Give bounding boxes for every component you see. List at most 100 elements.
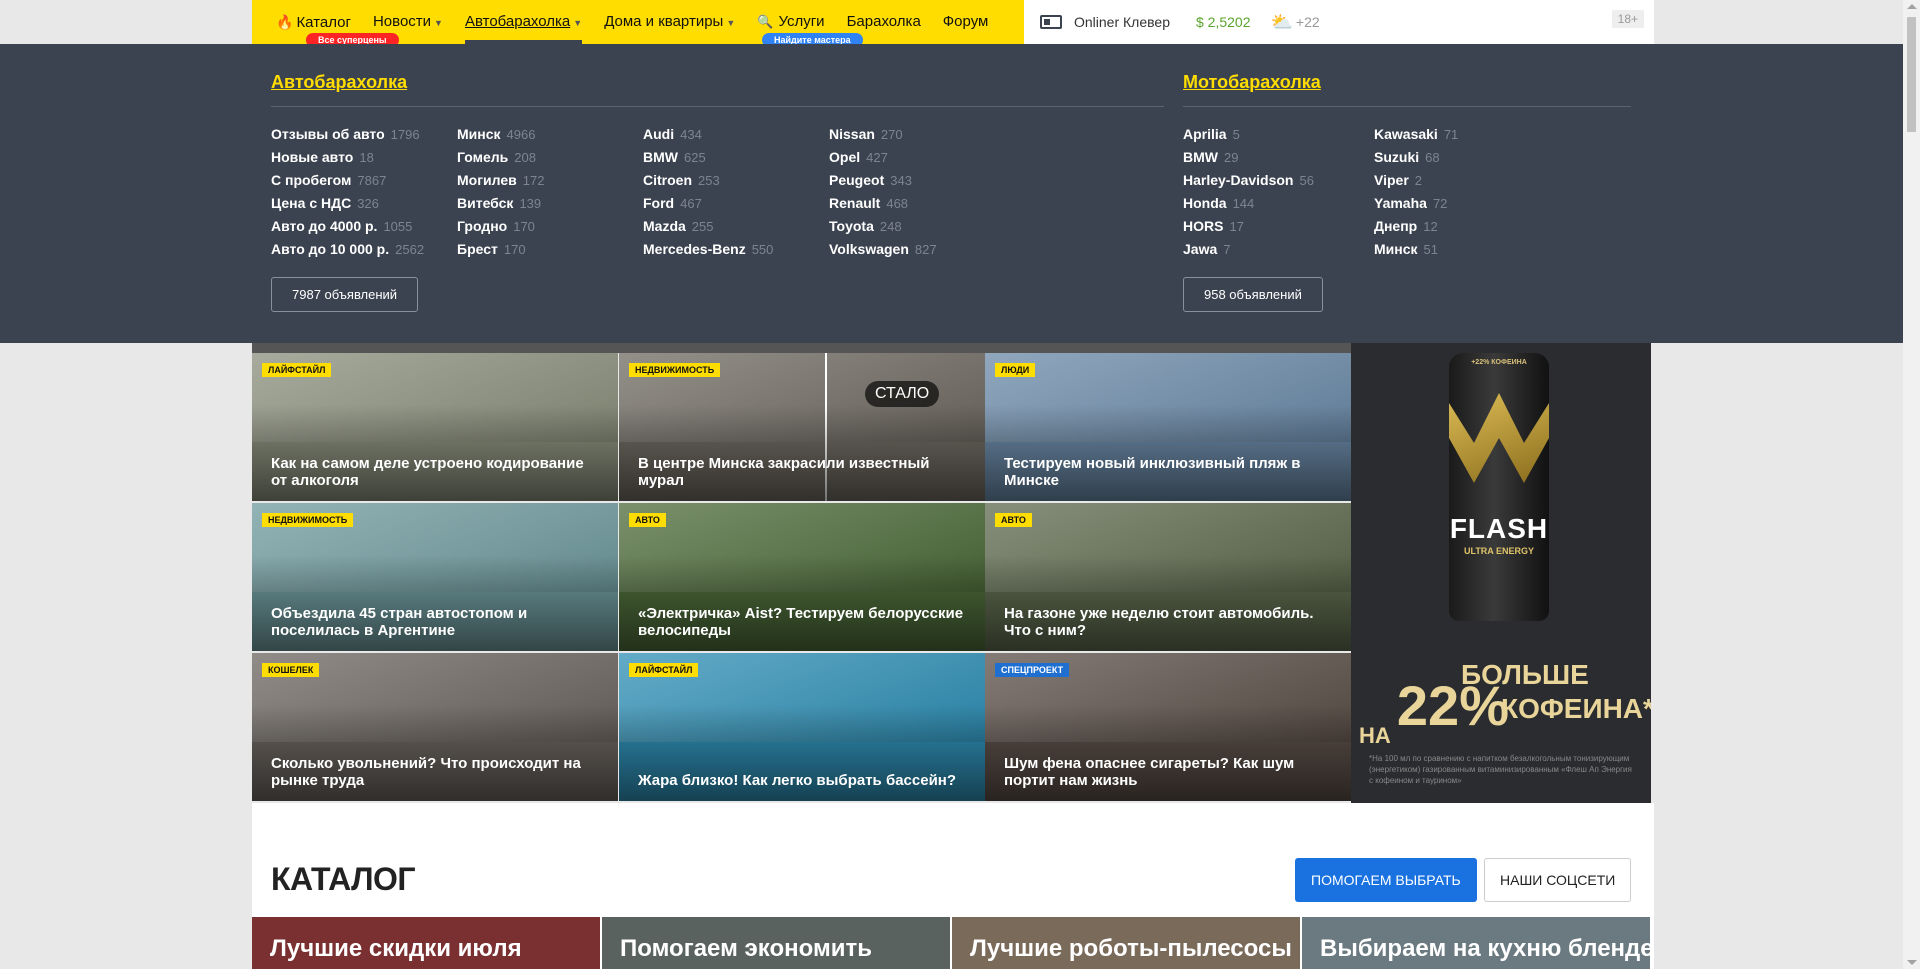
- moto-link[interactable]: HORS 17: [1183, 215, 1314, 238]
- link-label: Volkswagen: [829, 241, 909, 257]
- auto-link[interactable]: Новые авто 18: [271, 146, 424, 169]
- auto-link[interactable]: Минск 4966: [457, 123, 544, 146]
- news-title[interactable]: Шум фена опаснее сигареты? Как шум порти…: [1004, 755, 1335, 789]
- auto-link[interactable]: Гродно 170: [457, 215, 544, 238]
- auto-link[interactable]: Opel 427: [829, 146, 937, 169]
- news-category-tag[interactable]: Лайфстайл: [262, 363, 332, 377]
- auto-link[interactable]: С пробегом 7867: [271, 169, 424, 192]
- ad-pre: НА: [1359, 723, 1391, 748]
- moto-link[interactable]: Kawasaki 71: [1374, 123, 1458, 146]
- news-tile[interactable]: Лайфстайл Как на самом деле устроено коди…: [252, 353, 618, 501]
- link-count: 2562: [395, 242, 425, 257]
- link-label: BMW: [643, 149, 678, 165]
- link-count: 172: [522, 173, 545, 188]
- page-scrollbar[interactable]: [1903, 0, 1920, 969]
- auto-link[interactable]: Могилев 172: [457, 169, 544, 192]
- news-category-tag[interactable]: Авто: [995, 513, 1032, 527]
- scroll-thumb[interactable]: [1907, 17, 1916, 132]
- nav-autobaraholka[interactable]: Автобарахолка ▼: [464, 0, 583, 44]
- moto-link[interactable]: Yamaha 72: [1374, 192, 1458, 215]
- catalog-card-title: Лучшие роботы-пылесосы: [970, 935, 1292, 962]
- ad-banner[interactable]: +22% КОФЕИНА FLASH ULTRA ENERGY БОЛЬШЕ Н…: [1351, 343, 1651, 803]
- auto-link[interactable]: Citroen 253: [643, 169, 773, 192]
- help-choose-button[interactable]: ПОМОГАЕМ ВЫБРАТЬ: [1295, 858, 1477, 902]
- news-category-tag[interactable]: Авто: [629, 513, 666, 527]
- moto-link[interactable]: Aprilia 5: [1183, 123, 1314, 146]
- auto-link[interactable]: Peugeot 343: [829, 169, 937, 192]
- auto-link[interactable]: Витебск 139: [457, 192, 544, 215]
- auto-all-ads-button[interactable]: 7987 объявлений: [271, 277, 419, 312]
- news-title[interactable]: Как на самом деле устроено кодирование о…: [271, 455, 602, 489]
- news-tile[interactable]: Спецпроект Шум фена опаснее сигареты? Как…: [985, 653, 1351, 801]
- moto-link[interactable]: Viper 2: [1374, 169, 1458, 192]
- news-title[interactable]: «Электричка» Aist? Тестируем белорусские…: [638, 605, 969, 639]
- news-category-tag[interactable]: Лайфстайл: [629, 663, 699, 677]
- news-category-tag[interactable]: Люди: [995, 363, 1036, 377]
- news-tile[interactable]: Авто «Электричка» Aist? Тестируем белорус…: [619, 503, 985, 651]
- scroll-down-arrow-icon[interactable]: [1907, 960, 1917, 965]
- catalog-card[interactable]: Помогаем экономить: [602, 917, 950, 969]
- auto-section-title[interactable]: Автобарахолка: [271, 72, 407, 93]
- news-tile[interactable]: Авто На газоне уже неделю стоит автомобил…: [985, 503, 1351, 651]
- news-title[interactable]: В центре Минска закрасили известный мура…: [638, 455, 969, 489]
- news-category-tag[interactable]: Недвижимость: [262, 513, 354, 527]
- catalog-card[interactable]: Лучшие скидки июля: [252, 917, 600, 969]
- news-title[interactable]: На газоне уже неделю стоит автомобиль. Ч…: [1004, 605, 1335, 639]
- auto-link[interactable]: Цена с НДС 326: [271, 192, 424, 215]
- catalog-card[interactable]: Лучшие роботы-пылесосы: [952, 917, 1300, 969]
- scroll-up-arrow-icon[interactable]: [1907, 4, 1917, 9]
- auto-link[interactable]: Audi 434: [643, 123, 773, 146]
- auto-link[interactable]: Mercedes-Benz 550: [643, 238, 773, 261]
- auto-link[interactable]: Брест 170: [457, 238, 544, 261]
- auto-link[interactable]: Renault 468: [829, 192, 937, 215]
- currency-rate[interactable]: $ 2,5202: [1196, 14, 1251, 30]
- news-tile[interactable]: Недвижимость Объездила 45 стран автостопо…: [252, 503, 618, 651]
- link-label: Новые авто: [271, 149, 354, 165]
- moto-section-title[interactable]: Мотобарахолка: [1183, 72, 1321, 93]
- link-label: Минск: [457, 126, 501, 142]
- news-category-tag[interactable]: Недвижимость: [629, 363, 721, 377]
- news-title[interactable]: Жара близко! Как легко выбрать бассейн?: [638, 772, 969, 789]
- news-title[interactable]: Сколько увольнений? Что происходит на ры…: [271, 755, 602, 789]
- moto-link[interactable]: Honda 144: [1183, 192, 1314, 215]
- auto-link[interactable]: Nissan 270: [829, 123, 937, 146]
- auto-link[interactable]: Гомель 208: [457, 146, 544, 169]
- moto-link[interactable]: Минск 51: [1374, 238, 1458, 261]
- news-category-tag[interactable]: Спецпроект: [995, 663, 1070, 677]
- nav-news[interactable]: Новости ▼: [373, 0, 443, 44]
- auto-link[interactable]: Mazda 255: [643, 215, 773, 238]
- auto-link[interactable]: Отзывы об авто 1796: [271, 123, 424, 146]
- link-label: Aprilia: [1183, 126, 1227, 142]
- news-tile[interactable]: СТАЛОНедвижимостьВ центре Минска закраси…: [619, 353, 985, 501]
- auto-link[interactable]: Ford 467: [643, 192, 773, 215]
- news-category-tag[interactable]: Кошелек: [262, 663, 320, 677]
- moto-link[interactable]: Suzuki 68: [1374, 146, 1458, 169]
- news-tile[interactable]: Люди Тестируем новый инклюзивный пляж в М…: [985, 353, 1351, 501]
- moto-link[interactable]: BMW 29: [1183, 146, 1314, 169]
- moto-link[interactable]: Днепр 12: [1374, 215, 1458, 238]
- auto-link[interactable]: BMW 625: [643, 146, 773, 169]
- news-title[interactable]: Объездила 45 стран автостопом и поселила…: [271, 605, 602, 639]
- auto-link[interactable]: Volkswagen 827: [829, 238, 937, 261]
- moto-link[interactable]: Harley-Davidson 56: [1183, 169, 1314, 192]
- news-tile[interactable]: Кошелек Сколько увольнений? Что происходи…: [252, 653, 618, 801]
- clever-link[interactable]: Onliner Клевер: [1074, 14, 1170, 30]
- nav-realty[interactable]: Дома и квартиры ▼: [604, 0, 735, 44]
- link-count: 51: [1423, 242, 1438, 257]
- moto-all-ads-button[interactable]: 958 объявлений: [1183, 277, 1323, 312]
- link-count: 7867: [357, 173, 387, 188]
- news-tile[interactable]: Лайфстайл Жара близко! Как легко выбрать …: [619, 653, 985, 801]
- link-label: Авто до 10 000 р.: [271, 241, 390, 257]
- auto-link[interactable]: Toyota 248: [829, 215, 937, 238]
- auto-link[interactable]: Авто до 10 000 р. 2562: [271, 238, 424, 261]
- nav-catalog[interactable]: 🔥 Каталог Все суперцены: [276, 0, 399, 47]
- header-widgets: Onliner Клевер $ 2,5202 ⛅ +22: [1040, 0, 1320, 44]
- weather-widget[interactable]: ⛅ +22: [1270, 12, 1319, 33]
- link-label: Цена с НДС: [271, 195, 352, 211]
- moto-link[interactable]: Jawa 7: [1183, 238, 1314, 261]
- news-title[interactable]: Тестируем новый инклюзивный пляж в Минск…: [1004, 455, 1335, 489]
- our-socials-button[interactable]: НАШИ СОЦСЕТИ: [1484, 858, 1632, 902]
- nav-forum[interactable]: Форум: [943, 0, 989, 44]
- catalog-card[interactable]: Выбираем на кухню блендер: [1302, 917, 1650, 969]
- auto-link[interactable]: Авто до 4000 р. 1055: [271, 215, 424, 238]
